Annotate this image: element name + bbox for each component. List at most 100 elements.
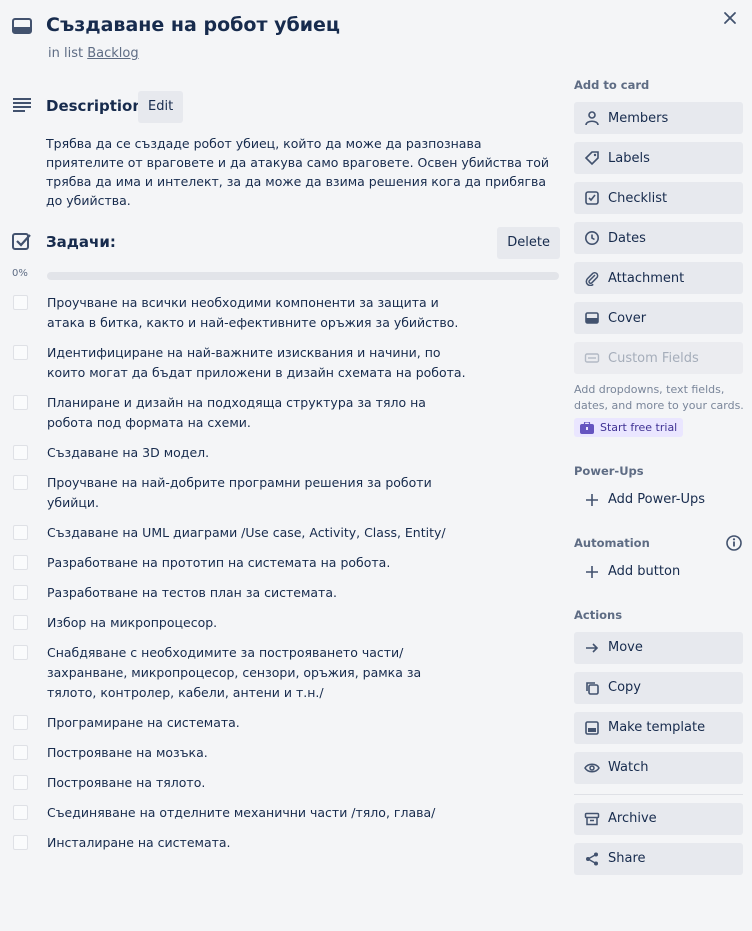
custom-fields-icon [584, 350, 600, 366]
share-icon [584, 851, 600, 867]
checklist-item[interactable]: Построяване на тялото. [12, 768, 560, 798]
checklist-item-text[interactable]: Планиране и дизайн на подходяща структур… [47, 393, 467, 433]
checklist-item-checkbox[interactable] [13, 715, 28, 730]
checklist-item-text[interactable]: Снабдяване с необходимите за построяване… [47, 643, 467, 703]
cover-label: Cover [608, 310, 647, 326]
close-icon [724, 12, 736, 24]
checklist-item-checkbox[interactable] [13, 475, 28, 490]
actions-title: Actions [574, 607, 623, 622]
checklist-item[interactable]: Проучване на най-добрите програмни решен… [12, 468, 560, 518]
plus-icon [584, 492, 600, 508]
watch-button[interactable]: Watch [574, 751, 743, 784]
checklist-item-checkbox[interactable] [13, 775, 28, 790]
info-icon[interactable] [725, 534, 743, 552]
move-button[interactable]: Move [574, 631, 743, 664]
checklist-item[interactable]: Инсталиране на системата. [12, 828, 560, 858]
description-title: Description [46, 97, 144, 115]
add-powerups-label: Add Power-Ups [608, 492, 706, 507]
checklist-item[interactable]: Планиране и дизайн на подходяща структур… [12, 388, 560, 438]
checklist-item-text[interactable]: Съединяване на отделните механични части… [47, 803, 467, 823]
add-button-label: Add button [608, 564, 681, 579]
checklist-item-text[interactable]: Инсталиране на системата. [47, 833, 467, 853]
checklist-item-checkbox[interactable] [13, 585, 28, 600]
tag-icon [584, 150, 600, 166]
add-powerups-button[interactable]: Add Power-Ups [574, 484, 743, 516]
make-template-button[interactable]: Make template [574, 711, 743, 744]
checklist-item[interactable]: Идентифициране на най-важните изисквания… [12, 338, 560, 388]
actions-secondary-list: Archive Share [574, 802, 743, 875]
labels-button[interactable]: Labels [574, 142, 743, 174]
checklist-item-checkbox[interactable] [13, 345, 28, 360]
checklist-item-text[interactable]: Проучване на най-добрите програмни решен… [47, 473, 467, 513]
attachment-button[interactable]: Attachment [574, 262, 743, 294]
add-button-button[interactable]: Add button [574, 556, 743, 588]
checklist-progress: 0% [12, 264, 560, 288]
custom-fields-label: Custom Fields [608, 350, 699, 366]
copy-label: Copy [608, 680, 641, 695]
share-button[interactable]: Share [574, 842, 743, 875]
progress-bar [47, 272, 559, 280]
checklist-item[interactable]: Проучване на всички необходими компонент… [12, 288, 560, 338]
copy-icon [584, 680, 600, 696]
checklist-item[interactable]: Построяване на мозъка. [12, 738, 560, 768]
plus-icon [584, 564, 600, 580]
paperclip-icon [584, 270, 600, 286]
powerups-title: Power-Ups [574, 463, 644, 478]
checklist-button[interactable]: Checklist [574, 182, 743, 214]
checklist-item-text[interactable]: Избор на микропроцесор. [47, 613, 467, 633]
eye-icon [584, 760, 600, 776]
checklist-item-text[interactable]: Построяване на мозъка. [47, 743, 467, 763]
description-icon [13, 98, 31, 112]
list-link[interactable]: Backlog [87, 46, 138, 61]
checklist-item-checkbox[interactable] [13, 295, 28, 310]
checklist-item-checkbox[interactable] [13, 615, 28, 630]
start-trial-button[interactable]: Start free trial [574, 418, 684, 437]
checklist-item-checkbox[interactable] [13, 555, 28, 570]
delete-checklist-button[interactable]: Delete [497, 227, 560, 259]
checklist-item[interactable]: Програмиране на системата. [12, 708, 560, 738]
archive-button[interactable]: Archive [574, 802, 743, 835]
checklist-item[interactable]: Избор на микропроцесор. [12, 608, 560, 638]
checklist-title[interactable]: Задачи: [46, 233, 116, 251]
checklist-item[interactable]: Създаване на 3D модел. [12, 438, 560, 468]
checklist-item[interactable]: Разработване на прототип на системата на… [12, 548, 560, 578]
members-button[interactable]: Members [574, 102, 743, 134]
checklist-item-checkbox[interactable] [13, 805, 28, 820]
actions-list: Move Copy Make template Watch [574, 631, 743, 784]
checklist-item-text[interactable]: Разработване на тестов план за системата… [47, 583, 467, 603]
checklist-section: Задачи: Delete 0% Проучване на всички не… [12, 226, 560, 858]
checklist-item[interactable]: Снабдяване с необходимите за построяване… [12, 638, 560, 708]
checklist-item-text[interactable]: Програмиране на системата. [47, 713, 467, 733]
close-button[interactable] [718, 6, 742, 30]
checklist-item[interactable]: Разработване на тестов план за системата… [12, 578, 560, 608]
add-to-card-title: Add to card [574, 78, 650, 92]
checklist-item-checkbox[interactable] [13, 395, 28, 410]
archive-label: Archive [608, 811, 657, 826]
cover-button[interactable]: Cover [574, 302, 743, 334]
checklist-item-checkbox[interactable] [13, 525, 28, 540]
checklist-items: Проучване на всички необходими компонент… [12, 288, 560, 858]
dates-button[interactable]: Dates [574, 222, 743, 254]
members-label: Members [608, 110, 669, 126]
checklist-item-text[interactable]: Създаване на 3D модел. [47, 443, 467, 463]
card-title[interactable]: Създаване на робот убиец [46, 14, 340, 36]
checklist-item[interactable]: Създаване на UML диаграми /Use case, Act… [12, 518, 560, 548]
start-trial-label: Start free trial [600, 421, 678, 434]
checklist-item-text[interactable]: Създаване на UML диаграми /Use case, Act… [47, 523, 467, 543]
labels-label: Labels [608, 150, 650, 166]
copy-button[interactable]: Copy [574, 671, 743, 704]
checklist-item-checkbox[interactable] [13, 445, 28, 460]
checklist-item-text[interactable]: Разработване на прототип на системата на… [47, 553, 467, 573]
checklist-item[interactable]: Съединяване на отделните механични части… [12, 798, 560, 828]
checklist-item-text[interactable]: Проучване на всички необходими компонент… [47, 293, 467, 333]
checklist-item-checkbox[interactable] [13, 645, 28, 660]
description-text[interactable]: Трябва да се създаде робот убиец, който … [46, 134, 558, 210]
checklist-item-text[interactable]: Идентифициране на най-важните изисквания… [47, 343, 467, 383]
checklist-item-checkbox[interactable] [13, 745, 28, 760]
share-label: Share [608, 851, 646, 866]
checklist-item-checkbox[interactable] [13, 835, 28, 850]
custom-fields-button: Custom Fields [574, 342, 743, 374]
clock-icon [584, 230, 600, 246]
edit-description-button[interactable]: Edit [138, 91, 184, 123]
checklist-item-text[interactable]: Построяване на тялото. [47, 773, 467, 793]
